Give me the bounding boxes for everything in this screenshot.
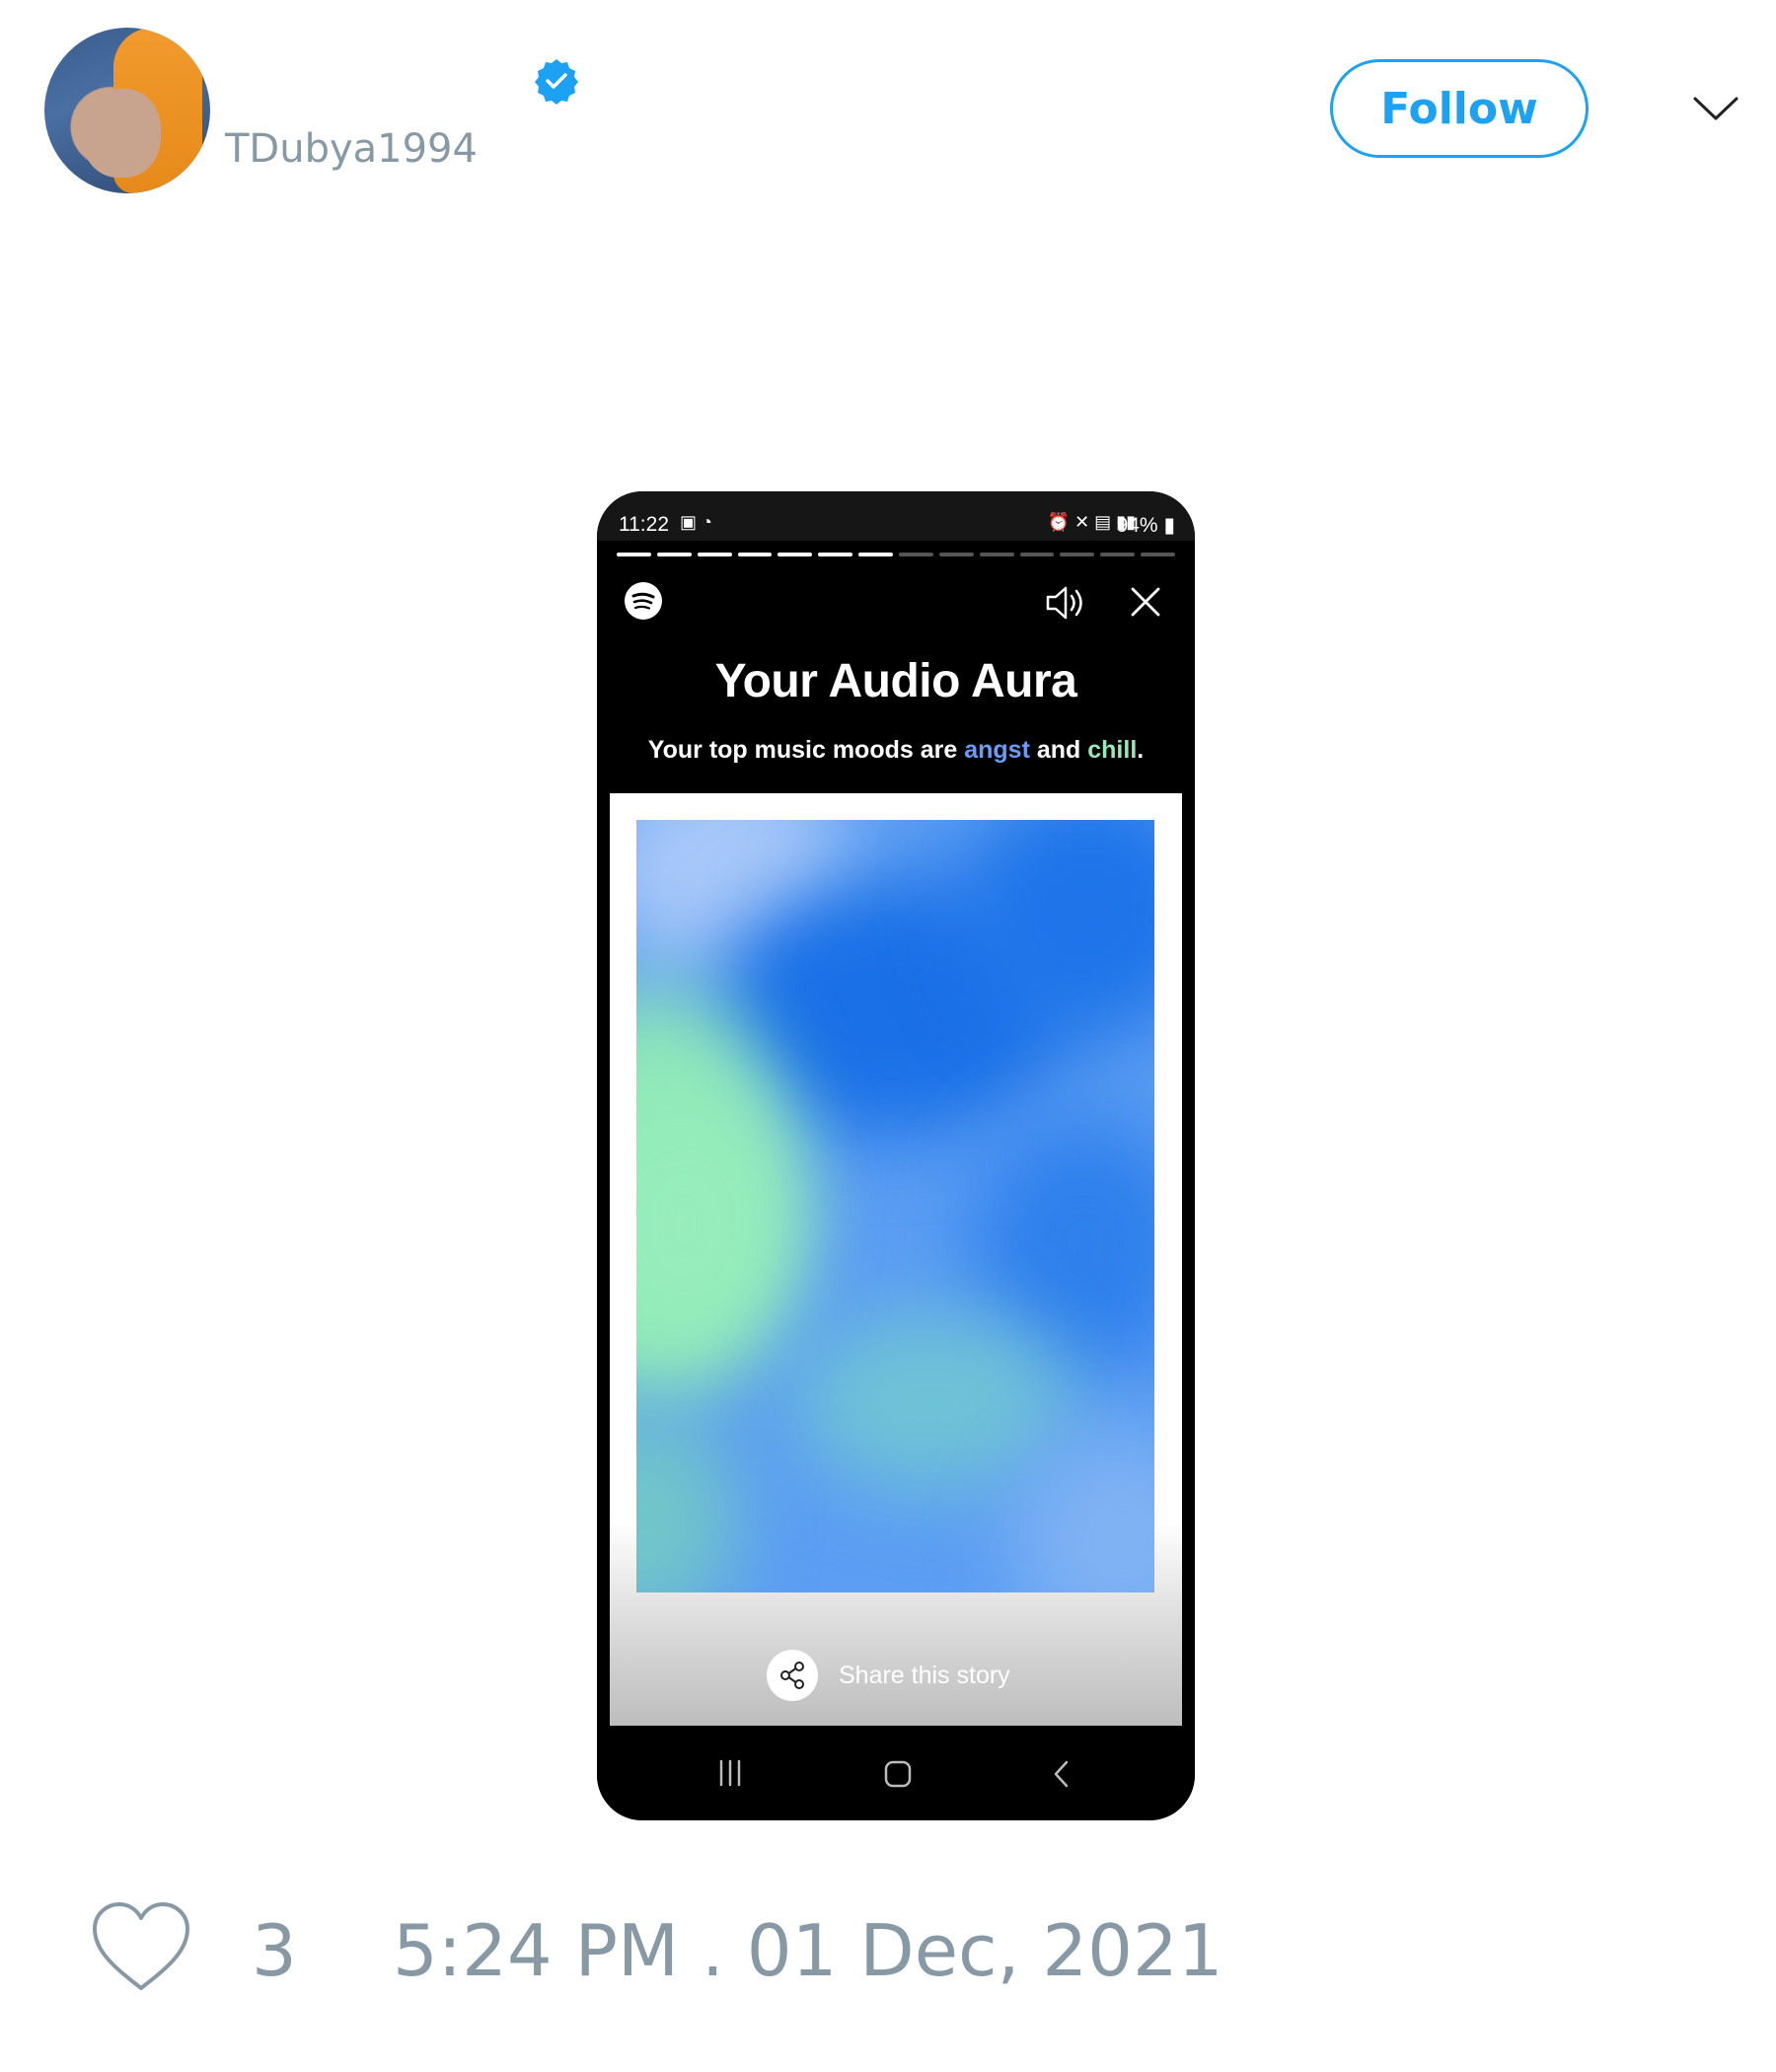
- progress-segment: [617, 553, 651, 556]
- back-icon[interactable]: [1051, 1759, 1073, 1789]
- share-story-button[interactable]: Share this story: [610, 1650, 1182, 1701]
- progress-segment: [858, 553, 894, 556]
- follow-button[interactable]: Follow: [1330, 59, 1589, 158]
- subtitle-suffix: .: [1137, 736, 1145, 764]
- story-subtitle: Your top music moods are angst and chill…: [597, 736, 1195, 765]
- avatar[interactable]: [44, 28, 210, 193]
- home-icon[interactable]: [883, 1759, 913, 1789]
- status-bar: 11:22 ▣ ◔ ⏰ ✕ ▤ ▮▮ 94% ▮: [597, 491, 1195, 541]
- chevron-down-icon[interactable]: [1691, 89, 1740, 128]
- progress-segment: [899, 553, 933, 556]
- status-time: 11:22: [619, 513, 669, 536]
- verified-badge-icon: [535, 59, 578, 105]
- share-icon: [767, 1650, 818, 1701]
- avatar-face-shape: [82, 89, 161, 178]
- recent-apps-icon[interactable]: [715, 1759, 745, 1787]
- progress-segment: [697, 553, 732, 556]
- progress-segment: [938, 553, 974, 556]
- aura-card: Share this story: [610, 793, 1182, 1726]
- subtitle-prefix: Your top music moods are: [647, 736, 965, 764]
- username[interactable]: TDubya1994: [225, 126, 478, 172]
- subtitle-mid: and: [1029, 736, 1088, 764]
- speaker-icon[interactable]: [1044, 583, 1089, 623]
- progress-segment: [979, 553, 1014, 556]
- share-label: Share this story: [839, 1662, 1010, 1689]
- phone-screenshot: 11:22 ▣ ◔ ⏰ ✕ ▤ ▮▮ 94% ▮ Your Audio Aura…: [597, 491, 1195, 1820]
- heart-icon[interactable]: [89, 1899, 193, 1994]
- progress-segment: [656, 553, 692, 556]
- progress-segment: [818, 553, 853, 556]
- progress-segment: [1019, 553, 1055, 556]
- progress-segment: [777, 553, 813, 556]
- battery-level: 94% ▮: [1116, 514, 1175, 537]
- spotify-logo-icon: [625, 582, 662, 620]
- progress-segment: [1141, 553, 1176, 556]
- audio-aura-gradient: [636, 820, 1154, 1592]
- android-nav-bar: [597, 1726, 1195, 1820]
- progress-segment: [1060, 553, 1095, 556]
- like-count: 3: [252, 1909, 297, 1992]
- tweet-timestamp[interactable]: 5:24 PM . 01 Dec, 2021: [393, 1909, 1223, 1992]
- story-progress-bar: [617, 553, 1176, 556]
- progress-segment: [1100, 553, 1136, 556]
- battery-percent: 94%: [1116, 514, 1158, 537]
- notification-icons: ▣ ◔: [680, 512, 712, 532]
- mood-chill: chill: [1087, 736, 1138, 764]
- progress-segment: [737, 553, 773, 556]
- close-icon[interactable]: [1130, 586, 1161, 618]
- story-title: Your Audio Aura: [714, 655, 1077, 707]
- mood-angst: angst: [964, 736, 1030, 764]
